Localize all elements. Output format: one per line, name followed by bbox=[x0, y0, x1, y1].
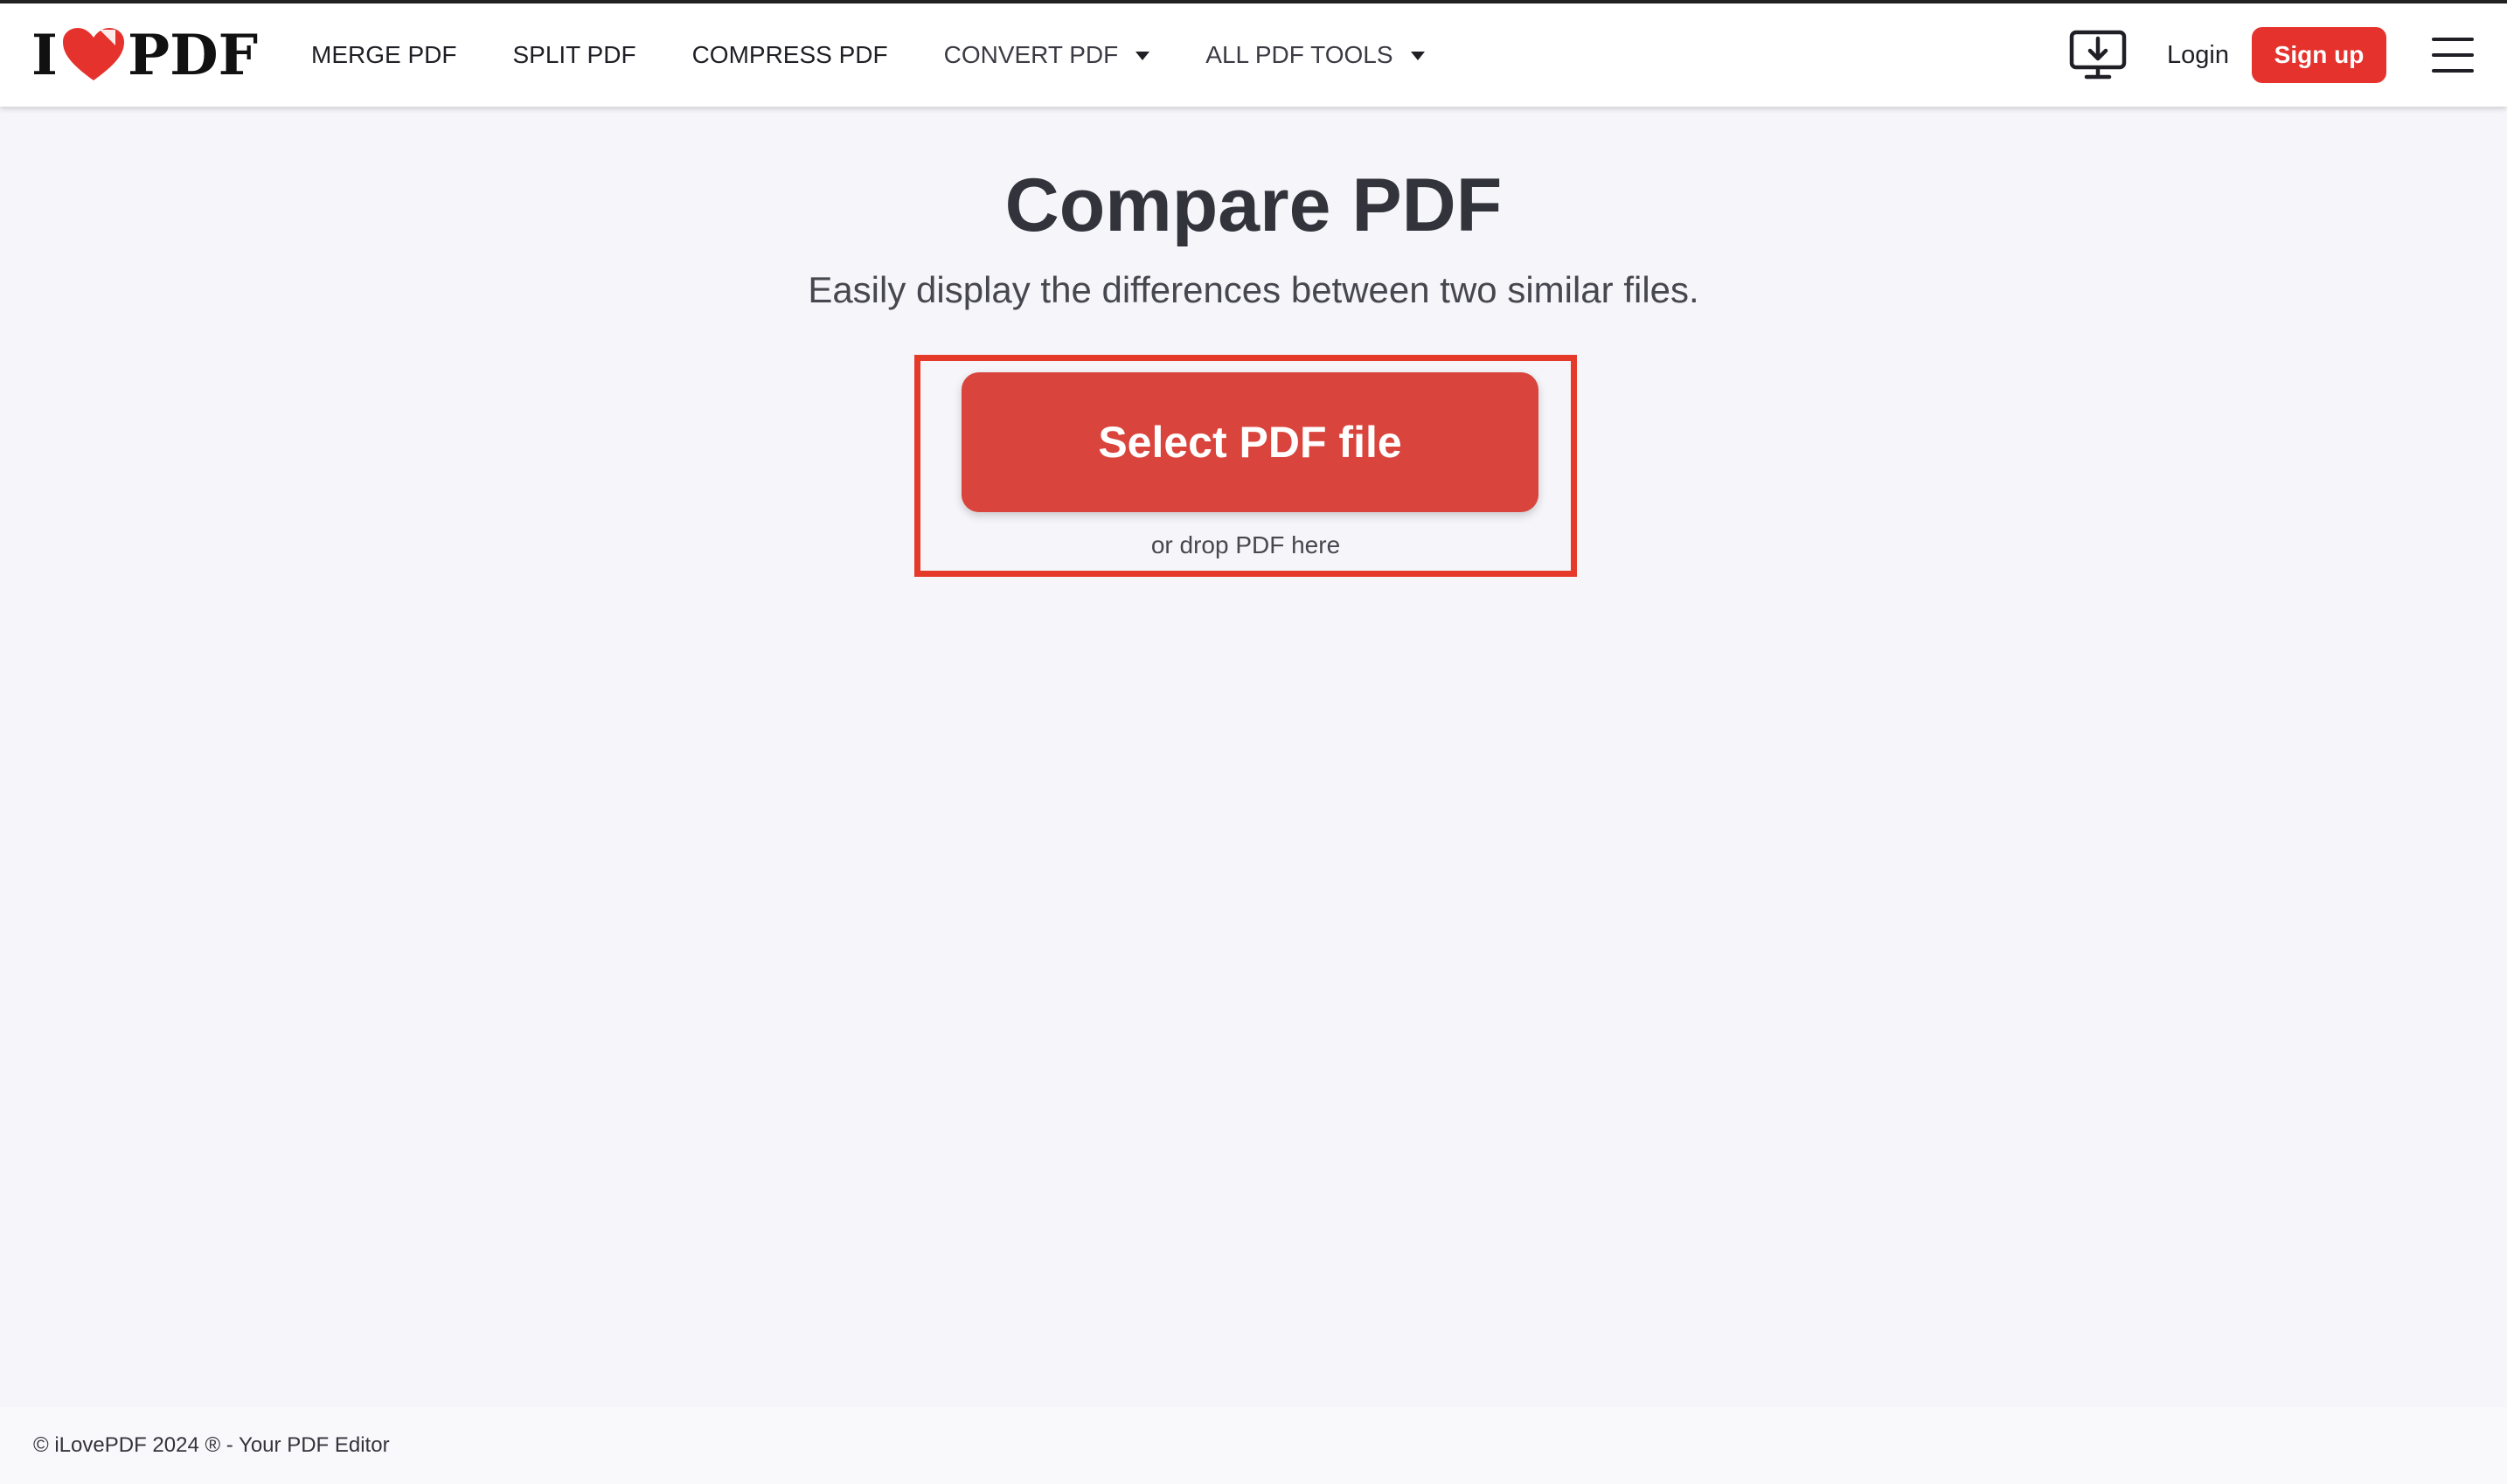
page-title: Compare PDF bbox=[1004, 163, 1503, 247]
main-nav: MERGE PDF SPLIT PDF COMPRESS PDF CONVERT… bbox=[311, 3, 1481, 107]
nav-all-pdf-tools-label: ALL PDF TOOLS bbox=[1205, 41, 1393, 68]
hamburger-line bbox=[2432, 69, 2474, 73]
nav-convert-pdf-dropdown[interactable]: CONVERT PDF bbox=[944, 41, 1150, 69]
signup-button[interactable]: Sign up bbox=[2252, 27, 2386, 83]
logo-letter-i: I bbox=[31, 22, 58, 88]
caret-down-icon bbox=[1410, 52, 1425, 60]
top-navbar: I PDF MERGE PDF SPLIT PDF COMPRESS PDF C… bbox=[0, 3, 2507, 107]
desktop-download-icon[interactable] bbox=[2069, 30, 2127, 80]
nav-merge-pdf[interactable]: MERGE PDF bbox=[311, 41, 456, 69]
header-actions: Login Sign up bbox=[2069, 3, 2507, 107]
select-pdf-file-button[interactable]: Select PDF file bbox=[962, 372, 1538, 512]
nav-compress-pdf-label: COMPRESS PDF bbox=[691, 41, 888, 68]
main-content: Compare PDF Easily display the differenc… bbox=[0, 107, 2507, 1407]
page-subtitle: Easily display the differences between t… bbox=[808, 269, 1699, 310]
footer: © iLovePDF 2024 ® - Your PDF Editor bbox=[0, 1407, 2507, 1484]
nav-convert-pdf-label: CONVERT PDF bbox=[943, 41, 1119, 68]
heart-logo-icon bbox=[62, 28, 124, 80]
hamburger-line bbox=[2432, 53, 2474, 57]
nav-merge-pdf-label: MERGE PDF bbox=[311, 41, 457, 68]
nav-split-pdf[interactable]: SPLIT PDF bbox=[512, 41, 635, 69]
drop-pdf-hint: or drop PDF here bbox=[1150, 531, 1341, 558]
hamburger-menu-icon[interactable] bbox=[2432, 38, 2474, 73]
ilovepdf-logo[interactable]: I PDF bbox=[31, 23, 258, 88]
hamburger-line bbox=[2432, 38, 2474, 41]
nav-split-pdf-label: SPLIT PDF bbox=[512, 41, 636, 68]
footer-copyright: © iLovePDF 2024 ® - Your PDF Editor bbox=[33, 1433, 390, 1457]
nav-all-pdf-tools-dropdown[interactable]: ALL PDF TOOLS bbox=[1205, 41, 1425, 69]
login-link[interactable]: Login bbox=[2167, 41, 2229, 70]
nav-compress-pdf[interactable]: COMPRESS PDF bbox=[692, 41, 888, 69]
logo-letters-pdf: PDF bbox=[127, 22, 258, 88]
caret-down-icon bbox=[1135, 52, 1150, 60]
